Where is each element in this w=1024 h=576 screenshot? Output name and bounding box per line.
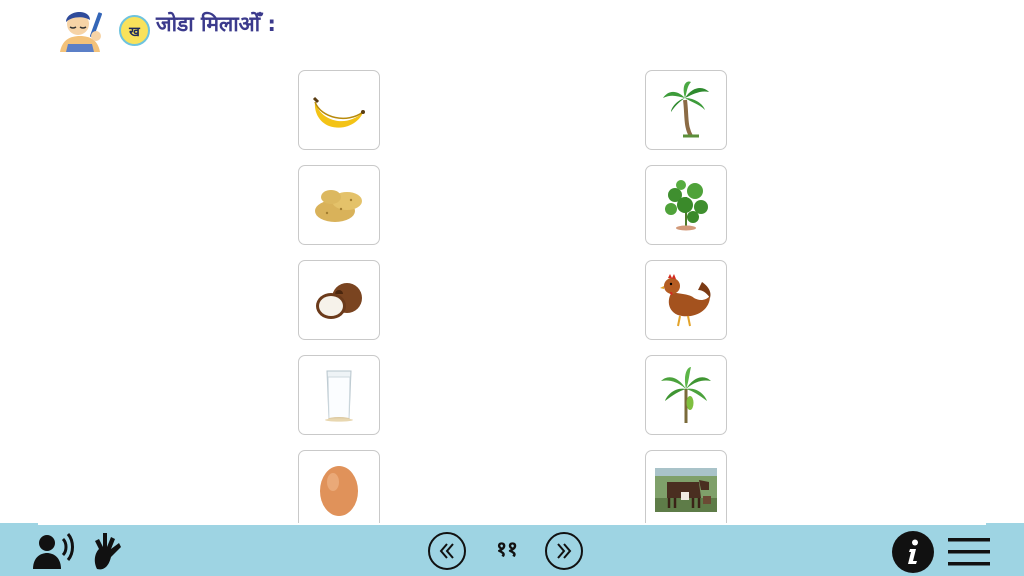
match-card-potato[interactable] <box>298 165 380 245</box>
coconut-icon <box>316 283 362 319</box>
match-card-banana[interactable] <box>298 70 380 150</box>
double-chevron-right-icon <box>557 543 572 559</box>
next-page-button[interactable] <box>545 532 583 570</box>
info-icon[interactable] <box>892 531 934 573</box>
section-badge: ख <box>119 15 150 46</box>
match-card-egg[interactable] <box>298 450 380 530</box>
menu-icon[interactable] <box>946 534 992 570</box>
match-card-coconut-tree[interactable] <box>645 70 727 150</box>
toolbar-divider <box>38 523 986 525</box>
hen-icon <box>660 274 711 327</box>
page-number: ११ <box>496 537 518 561</box>
audio-icon[interactable] <box>32 530 78 572</box>
match-card-potato-plant[interactable] <box>645 165 727 245</box>
potato-icon <box>315 190 362 222</box>
potato-plant-icon <box>665 180 708 231</box>
match-card-coconut[interactable] <box>298 260 380 340</box>
previous-page-button[interactable] <box>428 532 466 570</box>
milk-glass-icon <box>325 370 353 422</box>
match-card-banana-tree[interactable] <box>645 355 727 435</box>
cow-icon <box>655 468 717 512</box>
match-card-cow[interactable] <box>645 450 727 530</box>
egg-icon <box>320 466 358 516</box>
banana-tree-icon <box>661 367 711 423</box>
match-card-hen[interactable] <box>645 260 727 340</box>
page-title: जोडा मिलाओँ : <box>156 12 276 36</box>
coconut-tree-icon <box>663 81 709 138</box>
student-mascot-icon <box>56 6 106 52</box>
match-card-milk[interactable] <box>298 355 380 435</box>
activity-page: ख जोडा मिलाओँ : ११ <box>0 0 1024 576</box>
double-chevron-left-icon <box>439 543 454 559</box>
sign-language-icon[interactable] <box>90 528 122 574</box>
banana-icon <box>312 96 365 128</box>
